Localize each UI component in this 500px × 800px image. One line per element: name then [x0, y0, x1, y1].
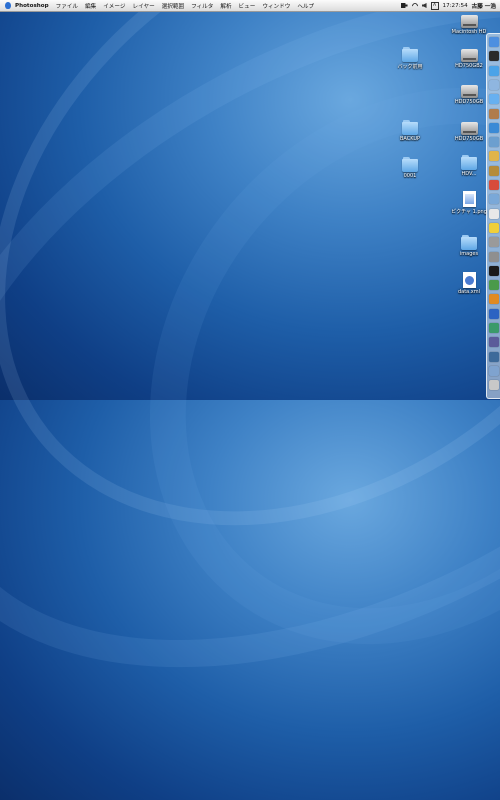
- trash-icon[interactable]: [489, 380, 499, 391]
- address-book-icon[interactable]: [489, 108, 499, 119]
- menu-image[interactable]: イメージ: [103, 2, 125, 10]
- dashboard-icon[interactable]: [489, 51, 499, 62]
- icon-label: Macintosh HD: [451, 29, 487, 35]
- finder-icon[interactable]: [489, 37, 499, 47]
- desktop-icon-0001[interactable]: 0001: [390, 157, 430, 179]
- menu-filter[interactable]: フィルタ: [191, 2, 213, 10]
- text-edit-icon[interactable]: [489, 208, 499, 219]
- folder-icon: [402, 47, 418, 62]
- menu-analysis[interactable]: 解析: [220, 2, 231, 10]
- desktop-icon-data-xml[interactable]: data.xml: [449, 272, 489, 295]
- menu-select[interactable]: 選択範囲: [162, 2, 184, 10]
- desktop-icon-backup[interactable]: BACKUP: [390, 120, 430, 142]
- folder-icon: [461, 155, 477, 170]
- user-name[interactable]: 古藤 一浩: [472, 2, 496, 10]
- app-menu[interactable]: Photoshop: [15, 3, 49, 9]
- ichat-icon[interactable]: [489, 94, 499, 105]
- hard-drive-icon: [460, 122, 478, 135]
- icon-label: HDD750GB: [454, 136, 484, 142]
- icon-label: 0001: [403, 173, 417, 179]
- system-prefs-icon[interactable]: [489, 251, 499, 262]
- menu-help[interactable]: ヘルプ: [297, 2, 314, 10]
- icon-label: images: [459, 251, 479, 257]
- icon-label: data.xml: [457, 289, 481, 295]
- wallpaper-swoosh: [39, 0, 500, 751]
- menu-file[interactable]: ファイル: [56, 2, 78, 10]
- menu-bar: Photoshop ファイル 編集 イメージ レイヤー 選択範囲 フィルタ 解析…: [0, 0, 500, 12]
- hard-drive-icon: [460, 15, 478, 28]
- idvd-icon[interactable]: [489, 165, 499, 176]
- icon-label: ピクチャ 1.png: [451, 209, 487, 215]
- icon-label: バック前用: [397, 64, 423, 70]
- icon-label: HDV...: [461, 171, 477, 177]
- hard-drive-icon: [460, 49, 478, 62]
- apple-menu-icon[interactable]: [5, 2, 11, 9]
- folder-icon: [402, 120, 418, 135]
- ical-icon[interactable]: [489, 180, 499, 190]
- desktop-icon-hdd750gb-1[interactable]: HDD750GB: [449, 84, 489, 105]
- desktop-icon-folder-tmp[interactable]: バック前用: [390, 47, 430, 70]
- clock[interactable]: 17:27:54: [443, 3, 468, 9]
- iphoto-icon[interactable]: [489, 137, 499, 148]
- bridge-icon[interactable]: [489, 337, 499, 348]
- desktop-icon-images[interactable]: images: [449, 235, 489, 257]
- safari-icon[interactable]: [489, 65, 499, 76]
- desktop-icon-hdv[interactable]: HDV...: [449, 155, 489, 177]
- png-file-icon: [462, 191, 476, 207]
- imovie-icon[interactable]: [489, 151, 499, 162]
- input-menu-icon[interactable]: A: [430, 1, 439, 10]
- mail-icon[interactable]: [489, 79, 499, 90]
- battery-icon[interactable]: [400, 3, 408, 8]
- menu-layer[interactable]: レイヤー: [132, 2, 154, 10]
- volume-icon[interactable]: [421, 3, 427, 8]
- icon-label: HDD750GB: [454, 99, 484, 105]
- wifi-icon[interactable]: [410, 1, 419, 10]
- desktop-icon-picture-png[interactable]: ピクチャ 1.png: [449, 191, 489, 215]
- photoshop-icon[interactable]: [489, 308, 499, 319]
- preview-icon[interactable]: [489, 194, 499, 205]
- desktop-icon-hd750gb2[interactable]: HD750GB2: [449, 48, 489, 69]
- itunes-icon[interactable]: [489, 122, 499, 133]
- activity-monitor-icon[interactable]: [489, 280, 499, 291]
- desktop-icon-macintosh-hd[interactable]: Macintosh HD: [449, 14, 489, 35]
- script-icon[interactable]: [489, 237, 499, 248]
- illustrator-icon[interactable]: [489, 294, 499, 305]
- xml-file-icon: [462, 272, 476, 288]
- hard-drive-icon: [460, 85, 478, 98]
- icon-label: BACKUP: [399, 136, 421, 142]
- folder-icon: [402, 157, 418, 172]
- lightroom-icon[interactable]: [489, 351, 499, 362]
- folder-icon: [461, 235, 477, 250]
- dreamweaver-icon[interactable]: [489, 323, 499, 333]
- app-icon[interactable]: [489, 365, 499, 376]
- dock: [486, 33, 500, 399]
- wallpaper-swoosh: [0, 0, 500, 655]
- menu-window[interactable]: ウィンドウ: [262, 2, 290, 10]
- stickies-icon[interactable]: [489, 222, 499, 233]
- desktop-icon-hdd750gb-2[interactable]: HDD750GB: [449, 121, 489, 142]
- menu-view[interactable]: ビュー: [239, 2, 256, 10]
- icon-label: HD750GB2: [455, 63, 483, 69]
- terminal-icon[interactable]: [489, 265, 499, 276]
- menu-extras: A 17:27:54 古藤 一浩: [400, 1, 496, 10]
- menu-edit[interactable]: 編集: [85, 2, 96, 10]
